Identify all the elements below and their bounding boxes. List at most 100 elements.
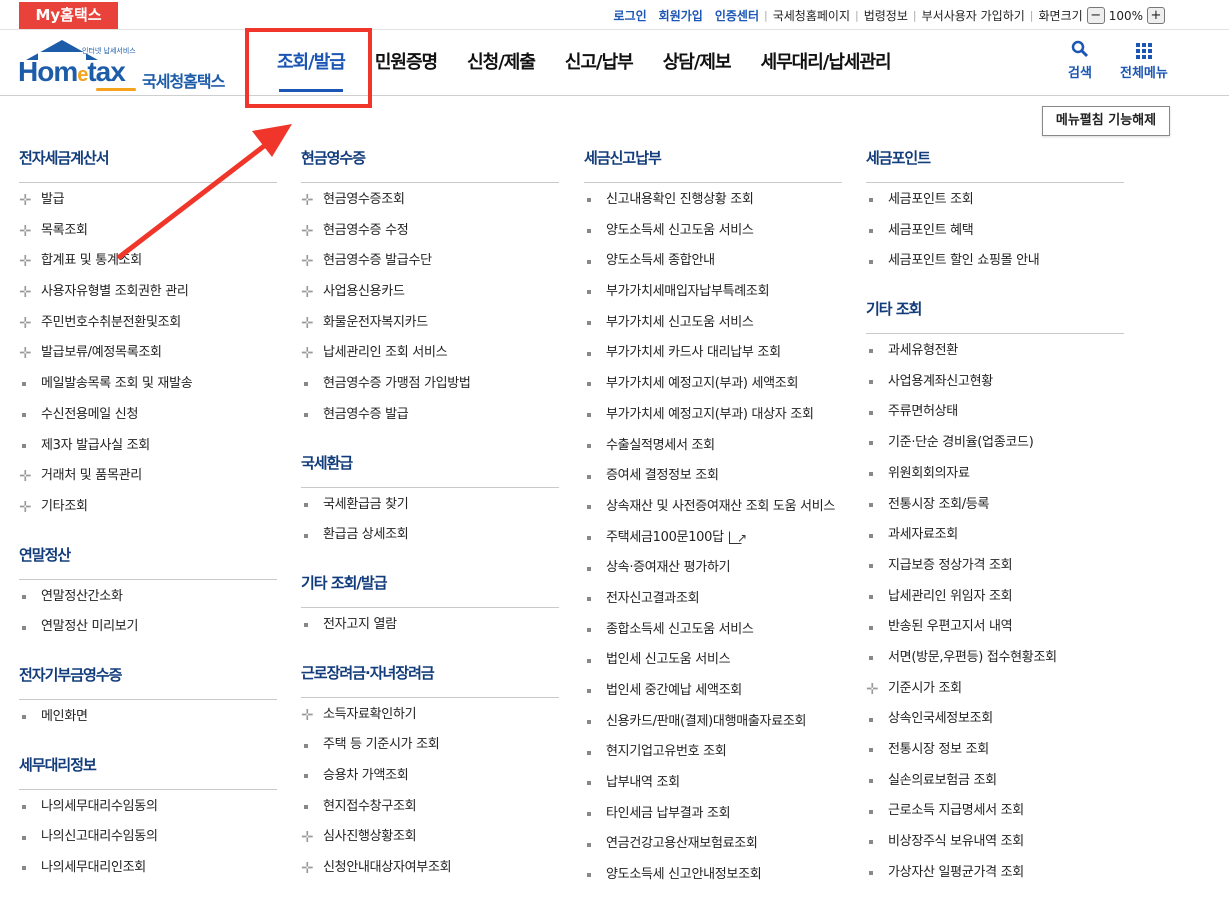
menu-item[interactable]: ✛ 소득자료확인하기 [301,700,559,731]
menu-item[interactable]: 부가가치세 예정고지(부과) 세액조회 [584,369,842,400]
menu-item[interactable]: 과세유형전환 [866,336,1124,367]
menu-item[interactable]: 상속·증여재산 평가하기 [584,553,842,584]
menu-item[interactable]: 상속재산 및 사전증여재산 조회 도움 서비스 [584,492,842,523]
menu-item[interactable]: 반송된 우편고지서 내역 [866,612,1124,643]
menu-item[interactable]: 신용카드/판매(결제)대행매출자료조회 [584,707,842,738]
nts-homepage-link[interactable]: 국세청홈페이지 [773,7,850,24]
menu-item[interactable]: 증여세 결정정보 조회 [584,461,842,492]
search-button[interactable]: 검색 [1068,40,1092,81]
menu-item[interactable]: 기준·단순 경비율(업종코드) [866,428,1124,459]
nav-apply-submit[interactable]: 신청/제출 [452,30,550,96]
menu-item[interactable]: 법인세 중간예납 세액조회 [584,676,842,707]
expand-plus-icon[interactable]: ✛ [301,822,323,853]
menu-item[interactable]: 연금건강고용산재보험료조회 [584,829,842,860]
menu-item[interactable]: ✛ 기준시가 조회 [866,674,1124,705]
menu-item[interactable]: 주택세금100문100답 [584,523,842,554]
menu-item[interactable]: 나의세무대리인조회 [19,853,277,884]
expand-plus-icon[interactable]: ✛ [301,853,323,884]
menu-item[interactable]: ✛ 주민번호수취분전환및조회 [19,308,277,339]
all-menu-button[interactable]: 전체메뉴 [1120,40,1168,81]
menu-item[interactable]: 실손의료보험금 조회 [866,766,1124,797]
expand-plus-icon[interactable]: ✛ [19,492,41,523]
menu-item[interactable]: ✛ 현금영수증조회 [301,185,559,216]
expand-plus-icon[interactable]: ✛ [301,216,323,247]
menu-item[interactable]: ✛ 현금영수증 수정 [301,216,559,247]
menu-item[interactable]: ✛ 화물운전자복지카드 [301,308,559,339]
menu-item[interactable]: 비상장주식 보유내역 조회 [866,827,1124,858]
menu-item[interactable]: 전통시장 정보 조회 [866,735,1124,766]
expand-plus-icon[interactable]: ✛ [19,246,41,277]
menu-item[interactable]: 가상자산 일평균가격 조회 [866,858,1124,889]
menu-item[interactable]: 부가가치세매입자납부특례조회 [584,277,842,308]
cert-center-link[interactable]: 인증센터 [715,7,759,24]
menu-item[interactable]: ✛ 납세관리인 조회 서비스 [301,338,559,369]
expand-plus-icon[interactable]: ✛ [19,185,41,216]
menu-item[interactable]: 환급금 상세조회 [301,520,559,551]
menu-item[interactable]: 위원회회의자료 [866,459,1124,490]
menu-item[interactable]: 부가가치세 예정고지(부과) 대상자 조회 [584,400,842,431]
menu-item[interactable]: 종합소득세 신고도움 서비스 [584,615,842,646]
menu-item[interactable]: 수출실적명세서 조회 [584,431,842,462]
menu-item[interactable]: ✛ 기타조회 [19,492,277,523]
zoom-out-button[interactable]: − [1086,7,1105,24]
signup-link[interactable]: 회원가입 [659,7,703,24]
menu-item[interactable]: 세금포인트 할인 쇼핑몰 안내 [866,246,1124,277]
expand-plus-icon[interactable]: ✛ [301,185,323,216]
menu-expand-toggle-button[interactable]: 메뉴펼침 기능해제 [1042,106,1170,136]
menu-item[interactable]: 과세자료조회 [866,520,1124,551]
menu-item[interactable]: ✛ 심사진행상황조회 [301,822,559,853]
hometax-logo[interactable]: 인터넷 납세서비스 Hometax 국세청홈택스 [18,38,238,91]
menu-item[interactable]: ✛ 발급 [19,185,277,216]
my-hometax-button[interactable]: My홈택스 [19,2,118,29]
menu-item[interactable]: 전통시장 조회/등록 [866,490,1124,521]
menu-item[interactable]: 세금포인트 혜택 [866,216,1124,247]
menu-item[interactable]: 승용차 가액조회 [301,761,559,792]
menu-item[interactable]: 전자고지 열람 [301,610,559,641]
menu-item[interactable]: 부가가치세 신고도움 서비스 [584,308,842,339]
menu-item[interactable]: 근로소득 지급명세서 조회 [866,796,1124,827]
expand-plus-icon[interactable]: ✛ [301,277,323,308]
menu-item[interactable]: 국세환급금 찾기 [301,490,559,521]
menu-item[interactable]: 세금포인트 조회 [866,185,1124,216]
dept-user-signup-link[interactable]: 부서사용자 가입하기 [922,7,1025,24]
menu-item[interactable]: 법인세 신고도움 서비스 [584,645,842,676]
expand-plus-icon[interactable]: ✛ [19,461,41,492]
menu-item[interactable]: 주류면허상태 [866,397,1124,428]
menu-item[interactable]: 사업용계좌신고현황 [866,367,1124,398]
menu-item[interactable]: 부가가치세 카드사 대리납부 조회 [584,338,842,369]
nav-inquiry-issue[interactable]: 조회/발급 [262,30,360,96]
menu-item[interactable]: ✛ 사용자유형별 조회권한 관리 [19,277,277,308]
expand-plus-icon[interactable]: ✛ [19,216,41,247]
menu-item[interactable]: 전자신고결과조회 [584,584,842,615]
expand-plus-icon[interactable]: ✛ [301,246,323,277]
menu-item[interactable]: 양도소득세 신고안내정보조회 [584,860,842,891]
menu-item[interactable]: 양도소득세 신고도움 서비스 [584,216,842,247]
expand-plus-icon[interactable]: ✛ [301,700,323,731]
menu-item[interactable]: 나의신고대리수임동의 [19,822,277,853]
menu-item[interactable]: 납부내역 조회 [584,768,842,799]
menu-item[interactable]: ✛ 사업용신용카드 [301,277,559,308]
menu-item[interactable]: 현금영수증 가맹점 가입방법 [301,369,559,400]
expand-plus-icon[interactable]: ✛ [19,338,41,369]
menu-item[interactable]: 나의세무대리수임동의 [19,792,277,823]
menu-item[interactable]: 양도소득세 종합안내 [584,246,842,277]
expand-plus-icon[interactable]: ✛ [866,674,888,705]
menu-item[interactable]: 연말정산 미리보기 [19,612,277,643]
menu-item[interactable]: 현금영수증 발급 [301,400,559,431]
law-info-link[interactable]: 법령정보 [864,7,908,24]
expand-plus-icon[interactable]: ✛ [301,308,323,339]
nav-consult-report[interactable]: 상담/제보 [648,30,746,96]
nav-report-pay[interactable]: 신고/납부 [550,30,648,96]
menu-item[interactable]: 납세관리인 위임자 조회 [866,582,1124,613]
menu-item[interactable]: ✛ 합계표 및 통계조회 [19,246,277,277]
menu-item[interactable]: 지급보증 정상가격 조회 [866,551,1124,582]
expand-plus-icon[interactable]: ✛ [19,308,41,339]
expand-plus-icon[interactable]: ✛ [301,338,323,369]
login-link[interactable]: 로그인 [614,7,647,24]
zoom-in-button[interactable]: + [1147,7,1165,24]
menu-item[interactable]: 제3자 발급사실 조회 [19,431,277,462]
menu-item[interactable]: ✛ 현금영수증 발급수단 [301,246,559,277]
menu-item[interactable]: 주택 등 기준시가 조회 [301,730,559,761]
menu-item[interactable]: 현지접수창구조회 [301,792,559,823]
menu-item[interactable]: 타인세금 납부결과 조회 [584,799,842,830]
